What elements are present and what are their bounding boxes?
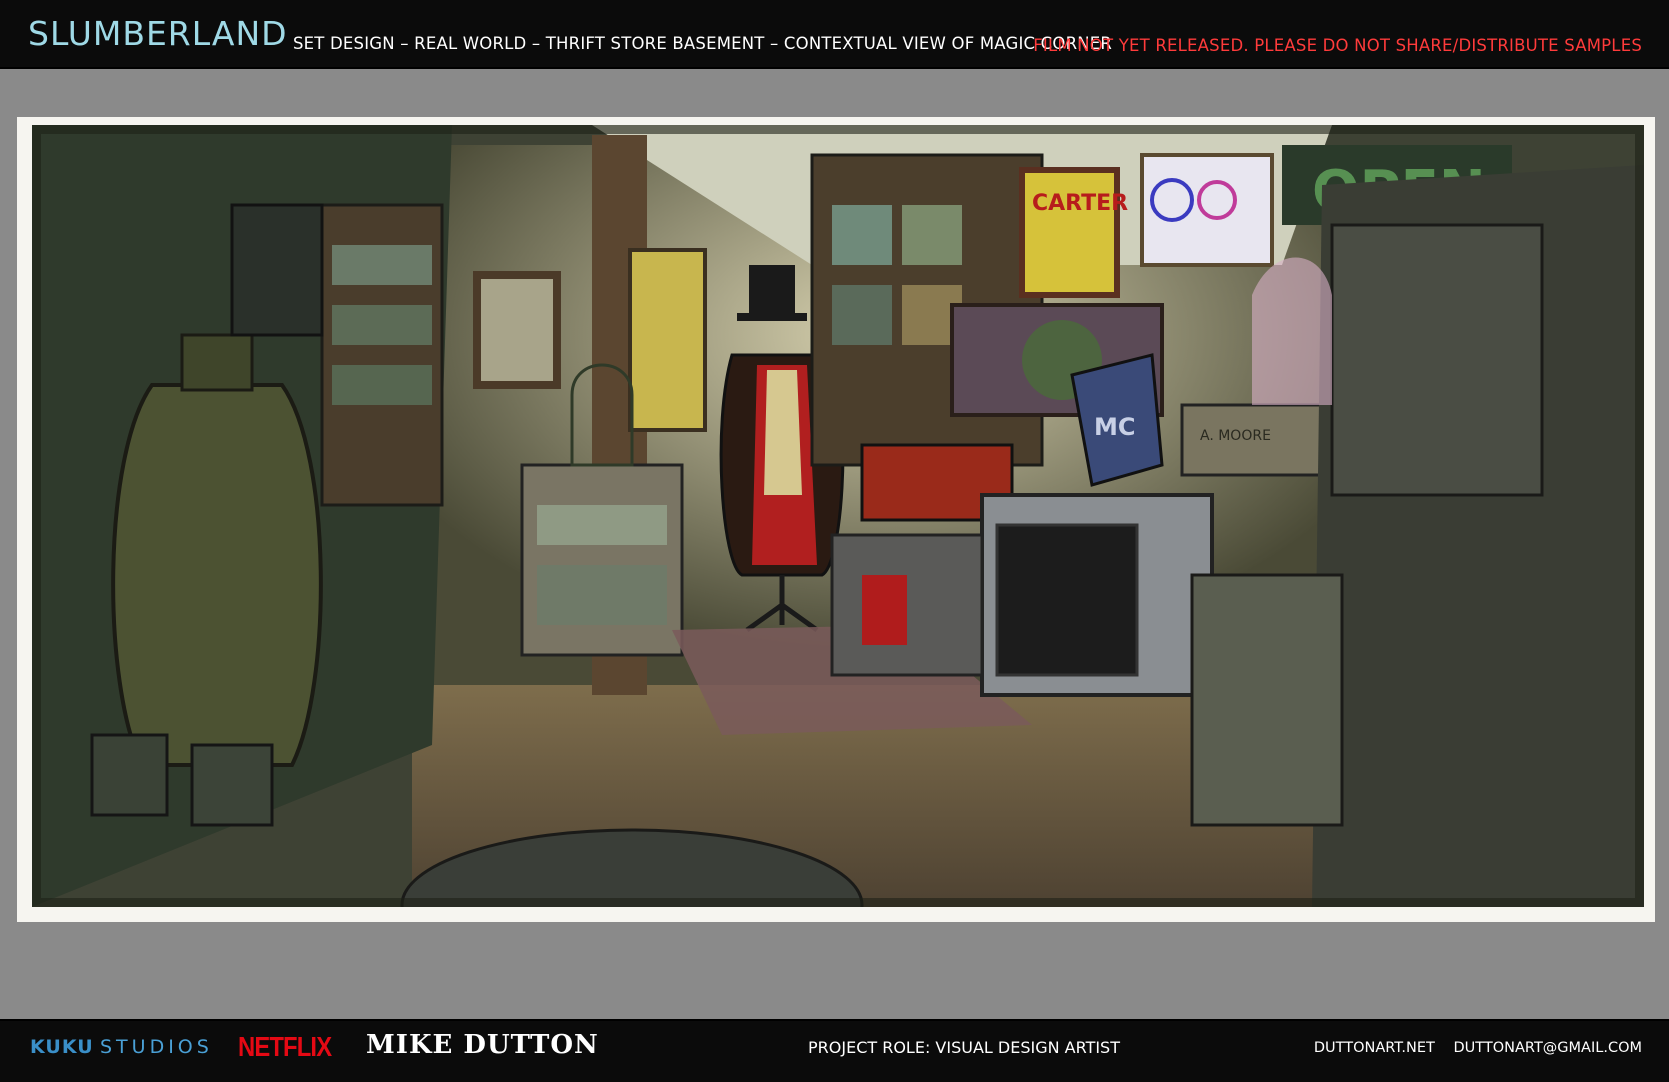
slumberland-logo: SLUMBERLAND [28,14,288,53]
project-role: PROJECT ROLE: VISUAL DESIGN ARTIST [808,1038,1120,1057]
case-label: MC [1094,413,1136,441]
crate-label: A. MOORE [1200,428,1271,444]
page-subtitle: SET DESIGN – REAL WORLD – THRIFT STORE B… [293,34,1113,53]
distribution-warning: FILM NOT YET RELEASED. PLEASE DO NOT SHA… [1033,36,1642,55]
header-bar: SLUMBERLAND SET DESIGN – REAL WORLD – TH… [0,0,1669,69]
carter-poster-text: CARTER [1032,191,1128,216]
kuku-logo: KUKU [30,1036,94,1058]
netflix-logo: NETFLIX [238,1031,332,1062]
studios-logo-text: STUDIOS [100,1036,213,1058]
concept-art-image: CARTER OPEN MC A. MOORE [32,125,1644,907]
artwork-frame: CARTER OPEN MC A. MOORE [17,117,1655,922]
website-link[interactable]: DUTTONART.NET [1314,1040,1435,1056]
artist-name: MIKE DUTTON [366,1030,599,1060]
email-link[interactable]: DUTTONART@GMAIL.COM [1454,1040,1642,1056]
thrift-store-basement-illustration: CARTER OPEN MC A. MOORE [32,125,1644,907]
contact-info: DUTTONART.NET DUTTONART@GMAIL.COM [1314,1040,1642,1056]
